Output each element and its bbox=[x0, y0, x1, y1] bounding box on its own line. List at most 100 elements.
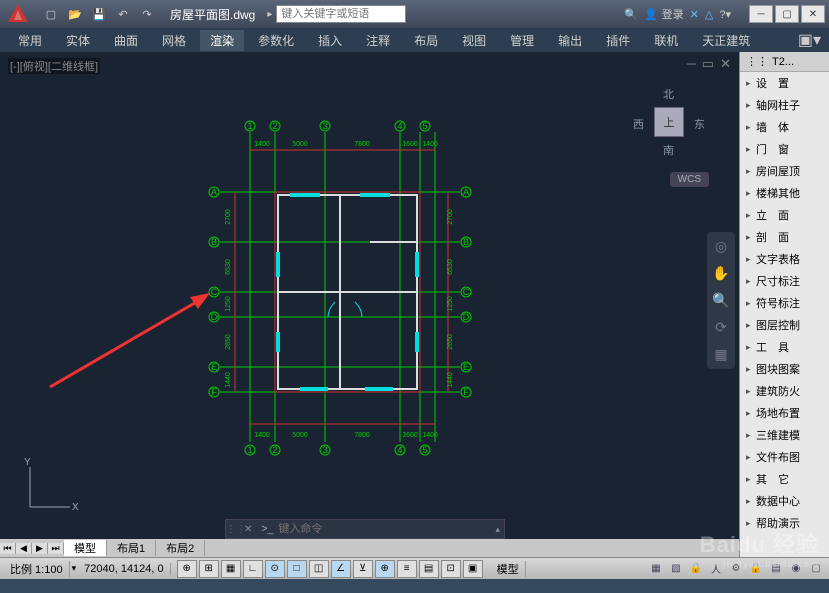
scale-dropdown-icon[interactable]: ▾ bbox=[72, 563, 77, 574]
tab-solid[interactable]: 实体 bbox=[56, 30, 100, 51]
tab-plugins[interactable]: 插件 bbox=[596, 30, 640, 51]
palette-item-11[interactable]: ▸图层控制 bbox=[740, 314, 829, 336]
ortho-icon[interactable]: ∟ bbox=[243, 560, 263, 578]
tab-output[interactable]: 输出 bbox=[548, 30, 592, 51]
palette-item-2[interactable]: ▸墙 体 bbox=[740, 116, 829, 138]
viewcube-east[interactable]: 东 bbox=[694, 116, 705, 132]
palette-item-12[interactable]: ▸工 具 bbox=[740, 336, 829, 358]
open-icon[interactable]: 📂 bbox=[64, 4, 86, 24]
annotation-visibility-icon[interactable]: 人 bbox=[707, 561, 725, 577]
dyn-icon[interactable]: ⊕ bbox=[375, 560, 395, 578]
expand-icon[interactable]: ▸ bbox=[746, 342, 756, 353]
palette-item-14[interactable]: ▸建筑防火 bbox=[740, 380, 829, 402]
tab-annotate[interactable]: 注释 bbox=[356, 30, 400, 51]
tab-layout[interactable]: 布局 bbox=[404, 30, 448, 51]
exchange-icon[interactable]: ✕ bbox=[690, 8, 699, 21]
sc-icon[interactable]: ▣ bbox=[463, 560, 483, 578]
tab-mesh[interactable]: 网格 bbox=[152, 30, 196, 51]
palette-item-10[interactable]: ▸符号标注 bbox=[740, 292, 829, 314]
redo-icon[interactable]: ↷ bbox=[136, 4, 158, 24]
palette-item-18[interactable]: ▸其 它 bbox=[740, 468, 829, 490]
snap-icon[interactable]: ⊞ bbox=[199, 560, 219, 578]
tab-parametric[interactable]: 参数化 bbox=[248, 30, 304, 51]
expand-icon[interactable]: ▸ bbox=[746, 408, 756, 419]
cmdline-close-icon[interactable]: ✕ bbox=[240, 524, 256, 535]
osnap-icon[interactable]: □ bbox=[287, 560, 307, 578]
expand-icon[interactable]: ▸ bbox=[746, 78, 756, 89]
expand-icon[interactable]: ▸ bbox=[746, 166, 756, 177]
ucs-icon[interactable]: X Y bbox=[20, 457, 80, 517]
tab-render[interactable]: 渲染 bbox=[200, 30, 244, 51]
login-button[interactable]: 👤 登录 bbox=[644, 6, 684, 22]
steering-wheel-icon[interactable]: ◎ bbox=[715, 238, 727, 255]
tab-insert[interactable]: 插入 bbox=[308, 30, 352, 51]
palette-item-8[interactable]: ▸文字表格 bbox=[740, 248, 829, 270]
workspace-icon[interactable]: ⚙ bbox=[727, 561, 745, 577]
infer-icon[interactable]: ⊕ bbox=[177, 560, 197, 578]
command-input[interactable] bbox=[278, 523, 491, 535]
zoom-icon[interactable]: 🔍 bbox=[712, 292, 729, 309]
scale-control[interactable]: 比例 1:100 bbox=[4, 561, 70, 577]
viewcube-west[interactable]: 西 bbox=[633, 116, 644, 132]
viewport-label[interactable]: [-][俯视][二维线框] bbox=[8, 58, 100, 74]
orbit-icon[interactable]: ⟳ bbox=[715, 319, 727, 336]
expand-icon[interactable]: ▸ bbox=[746, 386, 756, 397]
lwt-icon[interactable]: ≡ bbox=[397, 560, 417, 578]
viewport-close-icon[interactable]: ✕ bbox=[720, 56, 731, 72]
palette-item-20[interactable]: ▸帮助演示 bbox=[740, 512, 829, 534]
palette-item-0[interactable]: ▸设 置 bbox=[740, 72, 829, 94]
viewport-restore-icon[interactable]: ▭ bbox=[702, 56, 714, 72]
expand-icon[interactable]: ▸ bbox=[746, 254, 756, 265]
expand-icon[interactable]: ▸ bbox=[746, 452, 756, 463]
expand-icon[interactable]: ▸ bbox=[746, 518, 756, 529]
viewcube-north[interactable]: 北 bbox=[663, 86, 674, 102]
layout-tab-2[interactable]: 布局2 bbox=[156, 540, 205, 556]
polar-icon[interactable]: ⊙ bbox=[265, 560, 285, 578]
expand-icon[interactable]: ▸ bbox=[746, 430, 756, 441]
expand-icon[interactable]: ▸ bbox=[746, 144, 756, 155]
palette-item-9[interactable]: ▸尺寸标注 bbox=[740, 270, 829, 292]
new-icon[interactable]: ▢ bbox=[40, 4, 62, 24]
palette-item-17[interactable]: ▸文件布图 bbox=[740, 446, 829, 468]
palette-item-16[interactable]: ▸三维建模 bbox=[740, 424, 829, 446]
hardware-accel-icon[interactable]: ▤ bbox=[767, 561, 785, 577]
clean-screen-icon[interactable]: ▢ bbox=[807, 561, 825, 577]
tab-last-icon[interactable]: ⏭ bbox=[48, 543, 64, 554]
toolbar-lock-icon[interactable]: 🔒 bbox=[747, 561, 765, 577]
wcs-badge[interactable]: WCS bbox=[670, 172, 709, 187]
palette-title[interactable]: ⋮⋮ T2... bbox=[740, 52, 829, 72]
tab-tangent[interactable]: 天正建筑 bbox=[692, 30, 760, 51]
palette-item-6[interactable]: ▸立 面 bbox=[740, 204, 829, 226]
annotation-scale-icon[interactable]: 🔒 bbox=[687, 561, 705, 577]
cloud-icon[interactable]: △ bbox=[705, 8, 713, 21]
tab-prev-icon[interactable]: ◀ bbox=[16, 543, 32, 554]
viewcube-south[interactable]: 南 bbox=[663, 142, 674, 158]
quickview-layouts-icon[interactable]: ▦ bbox=[647, 561, 665, 577]
search-icon[interactable]: 🔍 bbox=[624, 8, 638, 21]
palette-item-3[interactable]: ▸门 窗 bbox=[740, 138, 829, 160]
isolate-icon[interactable]: ◉ bbox=[787, 561, 805, 577]
palette-grip-icon[interactable]: ⋮⋮ bbox=[746, 55, 768, 68]
close-button[interactable]: ✕ bbox=[801, 5, 825, 23]
palette-item-13[interactable]: ▸图块图案 bbox=[740, 358, 829, 380]
expand-icon[interactable]: ▸ bbox=[746, 122, 756, 133]
minimize-button[interactable]: ─ bbox=[749, 5, 773, 23]
drawing-canvas[interactable]: [-][俯视][二维线框] ─ ▭ ✕ 北 南 东 西 上 WCS ◎ ✋ 🔍 … bbox=[0, 52, 739, 557]
expand-icon[interactable]: ▸ bbox=[746, 298, 756, 309]
expand-icon[interactable]: ▸ bbox=[746, 474, 756, 485]
expand-icon[interactable]: ▸ bbox=[746, 276, 756, 287]
tab-online[interactable]: 联机 bbox=[644, 30, 688, 51]
ribbon-expand-icon[interactable]: ▣▾ bbox=[798, 30, 821, 50]
tab-surface[interactable]: 曲面 bbox=[104, 30, 148, 51]
expand-icon[interactable]: ▸ bbox=[746, 100, 756, 111]
tpy-icon[interactable]: ▤ bbox=[419, 560, 439, 578]
showmotion-icon[interactable]: ▦ bbox=[714, 346, 727, 363]
search-input[interactable] bbox=[276, 5, 406, 23]
tab-first-icon[interactable]: ⏮ bbox=[0, 543, 16, 554]
command-line[interactable]: ⋮⋮ ✕ >_ ▴ bbox=[225, 519, 505, 539]
pan-icon[interactable]: ✋ bbox=[712, 265, 729, 282]
viewcube[interactable]: 北 南 东 西 上 bbox=[629, 82, 709, 162]
layout-tab-1[interactable]: 布局1 bbox=[107, 540, 156, 556]
layout-tab-model[interactable]: 模型 bbox=[64, 540, 107, 556]
expand-icon[interactable]: ▸ bbox=[746, 320, 756, 331]
